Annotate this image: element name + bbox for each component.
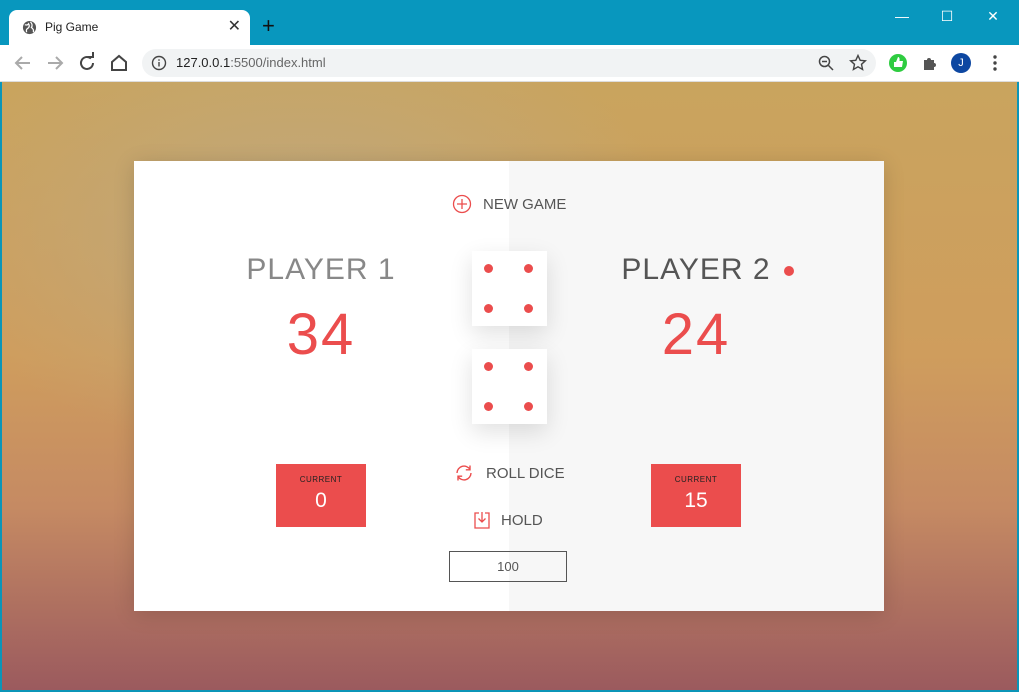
close-window-button[interactable]: ✕ [970,6,1016,26]
player1-score: 34 [286,302,356,367]
close-tab-icon[interactable]: ✕ [228,17,241,37]
active-player-indicator [784,266,794,276]
extensions-puzzle-icon[interactable] [920,53,940,73]
url-host: 127.0.0.1 [176,55,231,70]
info-icon[interactable] [151,55,167,71]
url-text: 127.0.0.1:5500/index.html [176,55,326,70]
dice-pip [484,362,493,371]
dice-pip [524,304,533,313]
browser-toolbar: 127.0.0.1:5500/index.html J [0,45,1019,82]
tab-title: Pig Game [45,20,99,34]
hold-label: HOLD [501,511,543,529]
browser-tab[interactable]: Pig Game ✕ [9,10,250,45]
player2-name: PLAYER 2 [621,253,771,286]
minimize-button[interactable]: — [879,6,925,26]
zoom-out-icon[interactable] [818,55,834,71]
dice-2 [472,349,547,424]
dice-pip [484,264,493,273]
reload-icon[interactable] [75,51,99,75]
player1-current-score: 0 [315,489,327,512]
roll-dice-label: ROLL DICE [486,464,565,482]
profile-avatar[interactable]: J [951,53,971,73]
dice-pip [484,304,493,313]
dice-pip [524,362,533,371]
player2-score: 24 [661,302,731,367]
browser-titlebar: Pig Game ✕ + — ☐ ✕ [0,0,1019,45]
home-icon[interactable] [107,51,131,75]
back-arrow-icon[interactable] [11,51,35,75]
dice-pip [484,402,493,411]
player2-panel [509,161,884,611]
globe-icon [22,20,37,35]
dice-1 [472,251,547,326]
forward-arrow-icon[interactable] [43,51,67,75]
player1-name: PLAYER 1 [246,253,396,286]
roll-dice-button[interactable]: ROLL DICE [453,462,565,484]
game-card: NEW GAME PLAYER 1 34 PLAYER 2 24 CURRENT… [134,161,884,611]
player1-current-box: CURRENT 0 [276,464,366,527]
winning-score-input[interactable] [449,551,567,582]
new-tab-button[interactable]: + [262,15,275,37]
bookmark-star-icon[interactable] [849,54,867,72]
dice-pip [524,402,533,411]
player2-current-label: CURRENT [674,475,718,484]
dice-pip [524,264,533,273]
maximize-button[interactable]: ☐ [924,6,970,26]
player2-current-box: CURRENT 15 [651,464,741,527]
menu-kebab-icon[interactable] [985,53,1005,73]
url-path: :5500/index.html [230,55,326,70]
player2-current-score: 15 [684,489,708,512]
new-game-button[interactable]: NEW GAME [452,194,566,214]
plus-circle-icon [452,194,472,214]
address-bar[interactable]: 127.0.0.1:5500/index.html [142,49,876,77]
hold-button[interactable]: HOLD [474,511,543,529]
extension-icon-green[interactable] [888,53,908,73]
refresh-icon [456,465,472,481]
player1-current-label: CURRENT [299,475,343,484]
new-game-label: NEW GAME [483,195,567,213]
download-tray-icon [474,512,490,529]
